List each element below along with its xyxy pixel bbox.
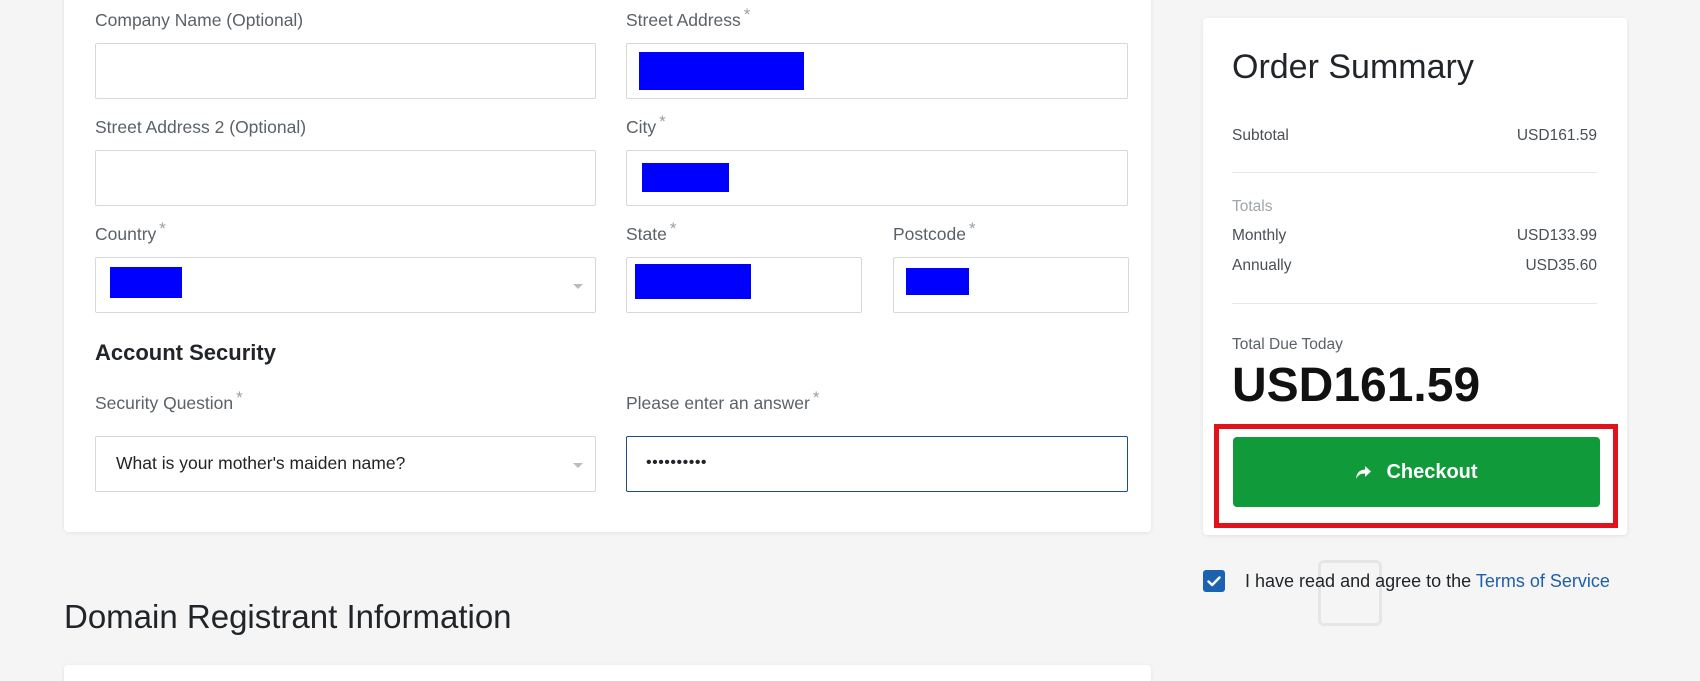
country-label: Country * xyxy=(95,219,166,244)
annually-row: Annually USD35.60 xyxy=(1232,257,1597,277)
domain-registrant-card xyxy=(64,665,1151,681)
company-name-label: Company Name (Optional) xyxy=(95,10,304,30)
redacted-street-address xyxy=(639,52,804,90)
address-form-card: Company Name (Optional) Street Address * … xyxy=(64,0,1151,532)
redacted-state xyxy=(635,264,751,299)
monthly-label: Monthly xyxy=(1232,227,1287,244)
security-question-select[interactable]: What is your mother's maiden name? xyxy=(95,436,596,492)
redacted-city xyxy=(642,163,729,192)
caret-down-icon xyxy=(573,284,583,289)
state-input[interactable] xyxy=(626,257,862,313)
subtotal-label: Subtotal xyxy=(1232,127,1289,144)
security-answer-input[interactable]: •••••••••• xyxy=(626,436,1128,492)
street-address-input[interactable] xyxy=(626,43,1128,99)
state-label: State * xyxy=(626,219,677,244)
subtotal-value: USD161.59 xyxy=(1516,127,1597,144)
answer-label: Please enter an answer * xyxy=(626,388,820,413)
check-icon xyxy=(1207,575,1221,586)
company-name-input[interactable] xyxy=(95,43,596,99)
annually-label: Annually xyxy=(1232,257,1292,274)
annually-value: USD35.60 xyxy=(1525,257,1597,274)
postcode-input[interactable] xyxy=(893,257,1129,313)
terms-text: I have read and agree to the Terms of Se… xyxy=(1245,571,1610,591)
monthly-value: USD133.99 xyxy=(1516,227,1597,244)
street-address-2-label: Street Address 2 (Optional) xyxy=(95,117,307,137)
checkout-button[interactable]: Checkout xyxy=(1233,437,1600,507)
country-select[interactable] xyxy=(95,257,596,313)
summary-divider xyxy=(1232,172,1597,173)
subtotal-row: Subtotal USD161.59 xyxy=(1232,127,1597,147)
security-question-value: What is your mother's maiden name? xyxy=(116,453,406,473)
redacted-country xyxy=(110,267,182,298)
domain-registrant-heading: Domain Registrant Information xyxy=(64,598,512,635)
caret-down-icon xyxy=(573,463,583,468)
city-input[interactable] xyxy=(626,150,1128,206)
postcode-label: Postcode * xyxy=(893,219,976,244)
security-answer-value: •••••••••• xyxy=(646,454,708,471)
share-arrow-icon xyxy=(1356,465,1372,479)
summary-divider xyxy=(1232,303,1597,304)
security-question-label: Security Question * xyxy=(95,388,243,413)
monthly-row: Monthly USD133.99 xyxy=(1232,227,1597,247)
account-security-heading: Account Security xyxy=(95,340,276,365)
total-due-amount: USD161.59 xyxy=(1232,359,1481,412)
order-summary-title: Order Summary xyxy=(1232,48,1474,86)
checkout-label: Checkout xyxy=(1386,460,1478,483)
watermark-logo xyxy=(1318,560,1382,626)
total-due-label: Total Due Today xyxy=(1232,336,1343,353)
totals-label: Totals xyxy=(1232,198,1273,215)
terms-of-service-link[interactable]: Terms of Service xyxy=(1476,571,1610,591)
checkout-page: Company Name (Optional) Street Address * … xyxy=(0,0,1700,681)
street-address-label: Street Address * xyxy=(626,5,751,30)
redacted-postcode xyxy=(906,268,969,295)
city-label: City * xyxy=(626,112,666,137)
terms-checkbox[interactable] xyxy=(1203,570,1225,592)
street-address-2-input[interactable] xyxy=(95,150,596,206)
